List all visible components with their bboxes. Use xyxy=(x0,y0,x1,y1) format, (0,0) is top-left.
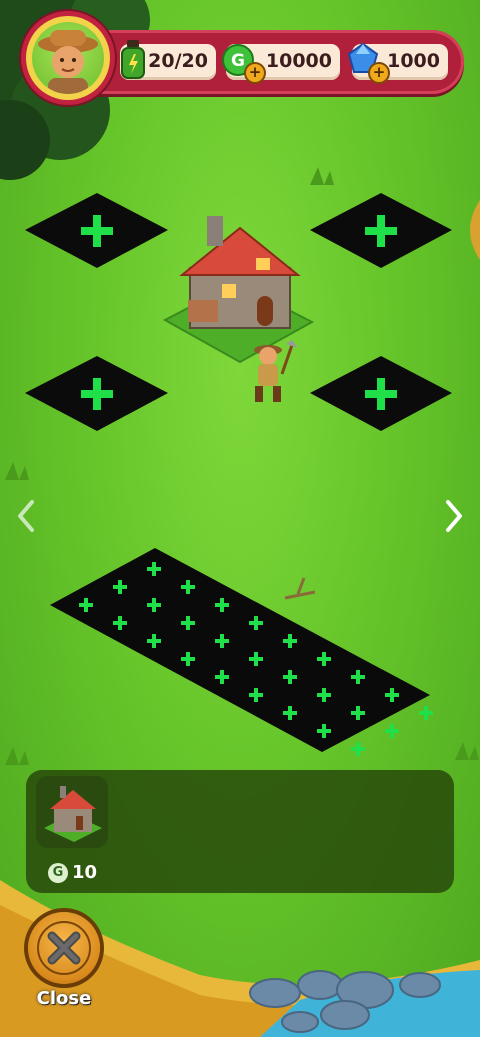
empty-plot-4[interactable] xyxy=(310,356,452,431)
close-button[interactable] xyxy=(28,912,100,984)
nav-left-arrow[interactable] xyxy=(14,496,38,545)
house-thumbnail-icon xyxy=(44,786,102,842)
house-build-item[interactable] xyxy=(36,776,108,848)
farm-field-grid[interactable] xyxy=(50,548,433,756)
field-plus-icon[interactable] xyxy=(419,706,433,720)
farmer-character[interactable] xyxy=(254,340,298,402)
close-x-icon xyxy=(37,921,91,975)
chevron-right-icon xyxy=(446,500,462,532)
house-building[interactable] xyxy=(162,216,315,364)
close-label: Close xyxy=(36,988,92,1009)
build-price: 10 xyxy=(72,862,98,883)
field-plus-icon[interactable] xyxy=(385,724,399,738)
empty-plot-1[interactable] xyxy=(25,193,168,268)
empty-plot-3[interactable] xyxy=(25,356,168,431)
coin-icon: G xyxy=(48,863,68,883)
game-scene: 20/20 G + 10000 + 1000 G 10 Close xyxy=(0,0,480,1037)
nav-right-arrow[interactable] xyxy=(442,496,466,545)
empty-plot-2[interactable] xyxy=(310,193,452,268)
chevron-left-icon xyxy=(18,500,34,532)
field-plus-icon[interactable] xyxy=(351,742,365,756)
